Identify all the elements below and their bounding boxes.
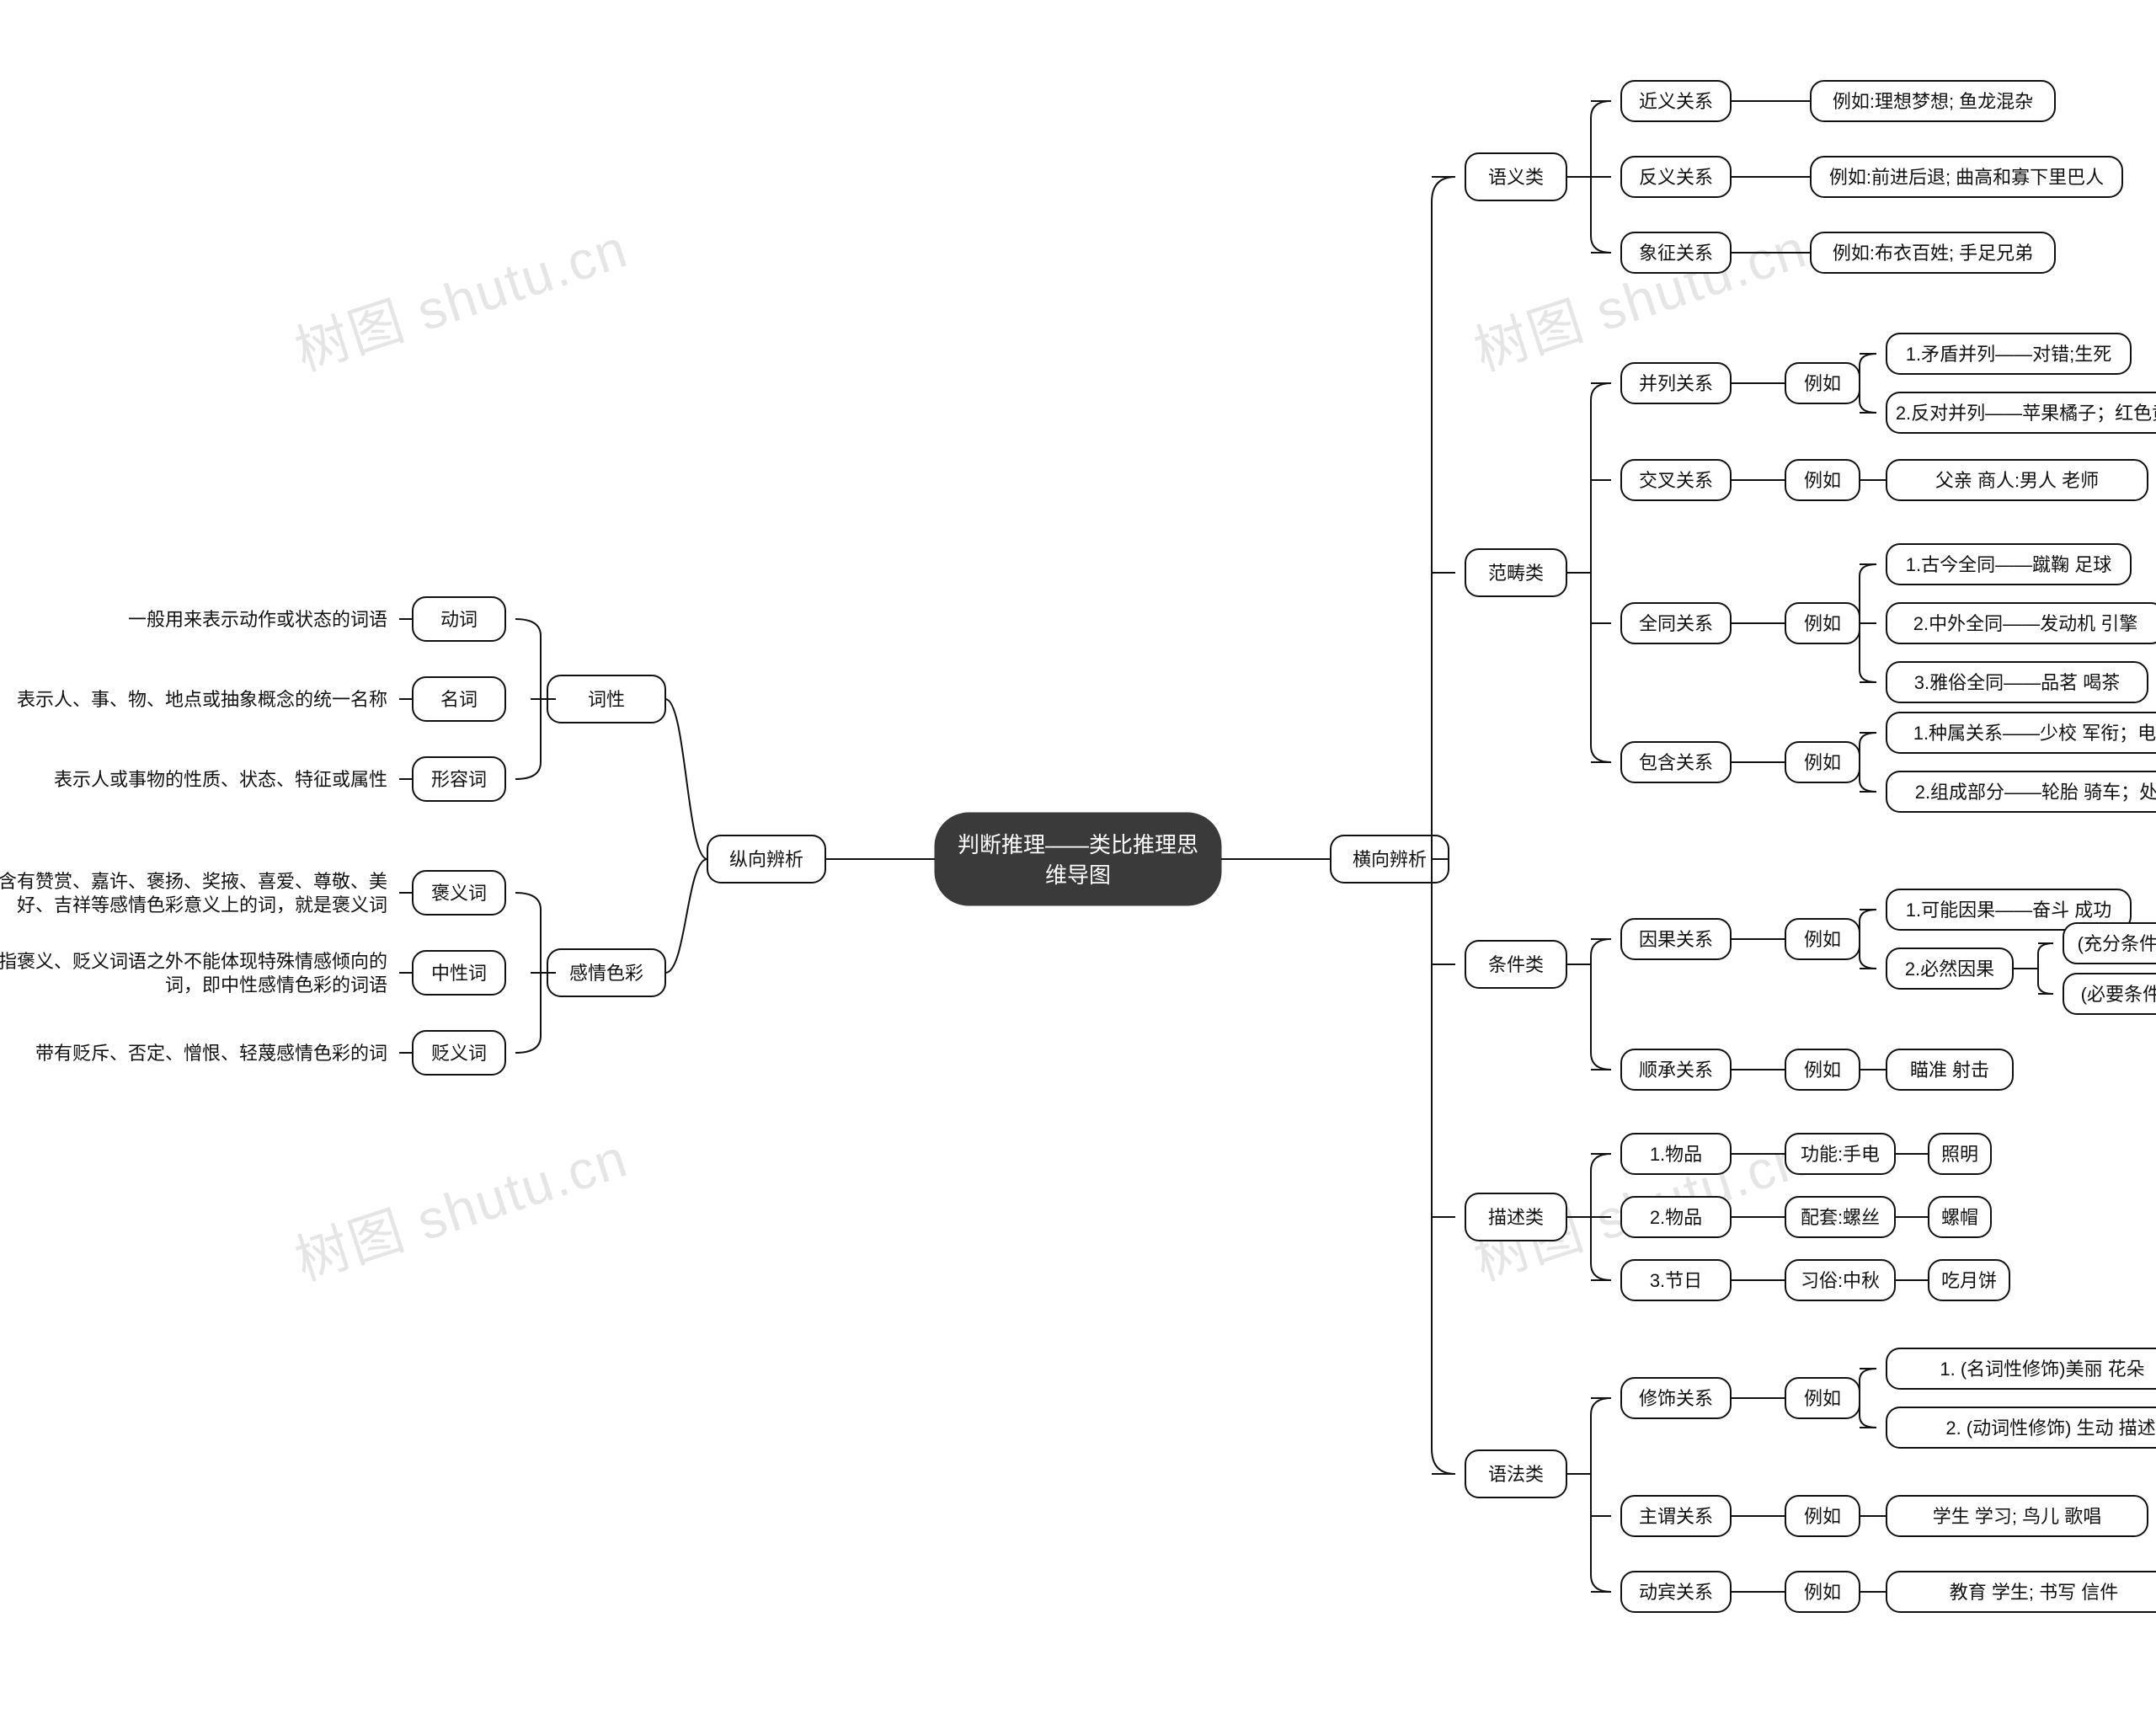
watermark: 树图 shutu.cn <box>288 217 635 382</box>
left-cx-0-label-0: 动词 <box>440 609 478 630</box>
item-br <box>1860 1369 1876 1428</box>
cond-it-1-0-label: 瞄准 射击 <box>1910 1060 1989 1081</box>
right-l2-label-2: 条件类 <box>1488 954 1544 975</box>
sem-2-label: 象征关系 <box>1639 243 1713 264</box>
desc-tail-1-label: 螺帽 <box>1941 1207 1978 1228</box>
cond-eg-0-label: 例如 <box>1804 929 1841 950</box>
sub-br <box>2038 943 2053 994</box>
cat-it-2-0-label: 1.古今全同——蹴鞠 足球 <box>1906 554 2111 575</box>
desc-tail-2-label: 吃月饼 <box>1941 1270 1997 1291</box>
cat-it-0-1-label: 2.反对并列——苹果橘子；红色黄色 <box>1896 403 2156 424</box>
cat-eg-1-label: 例如 <box>1804 470 1841 491</box>
cat-eg-2-label: 例如 <box>1804 613 1841 634</box>
gram-it-2-0-label: 教育 学生; 书写 信件 <box>1950 1582 2118 1603</box>
sem-ex-0-label: 例如:理想梦想; 鱼龙混杂 <box>1833 91 2033 112</box>
cat-1-label: 交叉关系 <box>1639 470 1713 491</box>
desc-0-label: 1.物品 <box>1650 1144 1702 1165</box>
cond-0-label: 因果关系 <box>1639 929 1713 950</box>
cond-sub-0-1-1-label: (必要条件)水农业 <box>2081 984 2156 1005</box>
gram-2-label: 动宾关系 <box>1639 1582 1713 1603</box>
cat-it-3-1-label: 2.组成部分——轮胎 骑车；处理器 电脑 <box>1915 782 2156 803</box>
left-cx-1-label-2: 贬义词 <box>431 1043 487 1064</box>
right-l2-label-4: 语法类 <box>1488 1464 1544 1485</box>
cat-br <box>1591 383 1611 762</box>
watermark: 树图 shutu.cn <box>288 1127 635 1291</box>
item-br <box>1860 910 1876 969</box>
desc-mid-0-label: 功能:手电 <box>1801 1144 1880 1165</box>
cond-br <box>1591 939 1611 1070</box>
right-l2-label-3: 描述类 <box>1488 1207 1544 1228</box>
sem-ex-1-label: 例如:前进后退; 曲高和寡下里巴人 <box>1829 167 2104 188</box>
item-br <box>1860 354 1876 413</box>
sem-1-label: 反义关系 <box>1639 167 1713 188</box>
left-cx-0-label-1: 名词 <box>440 689 478 710</box>
root-text-2: 维导图 <box>1045 862 1111 888</box>
right-l2-label-1: 范畴类 <box>1488 563 1544 584</box>
cond-sub-0-1-0-label: (充分条件)天下雨，地上湿 <box>2078 933 2156 954</box>
cond-1-label: 顺承关系 <box>1639 1060 1713 1081</box>
cat-eg-3-label: 例如 <box>1804 752 1841 773</box>
desc-2-label: 3.节日 <box>1650 1270 1702 1291</box>
left-l2-label-1: 感情色彩 <box>569 963 643 984</box>
left-cx-0-desc-2: 表示人或事物的性质、状态、特征或属性 <box>54 769 387 790</box>
left-cx-1-label-0: 褒义词 <box>431 883 487 904</box>
left-l2-label-0: 词性 <box>588 689 625 710</box>
cat-it-2-2-label: 3.雅俗全同——品茗 喝茶 <box>1914 672 2120 693</box>
left-cx-1-desc-2: 带有贬斥、否定、憎恨、轻蔑感情色彩的词 <box>35 1043 387 1064</box>
left-cx-1-desc-1: 专指褒义、贬义词语之外不能体现特殊情感倾向的词，即中性感情色彩的词语 <box>0 951 387 996</box>
cat-2-label: 全同关系 <box>1639 613 1713 634</box>
left-l1-label: 纵向辨析 <box>729 849 803 870</box>
gram-eg-0-label: 例如 <box>1804 1388 1841 1409</box>
gram-it-1-0-label: 学生 学习; 鸟儿 歌唱 <box>1933 1506 2101 1527</box>
desc-mid-2-label: 习俗:中秋 <box>1801 1270 1880 1291</box>
left-cx-0-label-2: 形容词 <box>431 769 487 790</box>
cat-it-0-0-label: 1.矛盾并列——对错;生死 <box>1906 344 2111 365</box>
root-text-1: 判断推理——类比推理思 <box>958 832 1198 857</box>
left-cx-0-desc-0: 一般用来表示动作或状态的词语 <box>128 609 387 630</box>
sem-ex-2-label: 例如:布衣百姓; 手足兄弟 <box>1833 243 2033 264</box>
desc-tail-0-label: 照明 <box>1941 1144 1978 1165</box>
desc-mid-1-label: 配套:螺丝 <box>1801 1207 1880 1228</box>
gram-eg-2-label: 例如 <box>1804 1582 1841 1603</box>
cat-3-label: 包含关系 <box>1639 752 1713 773</box>
desc-1-label: 2.物品 <box>1650 1207 1702 1228</box>
cat-it-1-0-label: 父亲 商人:男人 老师 <box>1935 470 2099 491</box>
connector <box>665 859 707 973</box>
gram-it-0-0-label: 1. (名词性修饰)美丽 花朵 <box>1940 1359 2144 1380</box>
left-cx-1-label-1: 中性词 <box>431 963 487 984</box>
cond-it-0-0-label: 1.可能因果——奋斗 成功 <box>1906 900 2111 921</box>
right-main-bracket <box>1432 177 1455 1474</box>
gram-br <box>1591 1398 1611 1592</box>
connector <box>665 699 707 859</box>
right-l2-label-0: 语义类 <box>1488 167 1544 188</box>
right-l1-label: 横向辨析 <box>1353 849 1427 870</box>
item-br <box>1860 733 1876 792</box>
cat-eg-0-label: 例如 <box>1804 373 1841 394</box>
cat-it-3-0-label: 1.种属关系——少校 军衔；电视机 家用电器 <box>1913 723 2156 744</box>
cond-it-0-1-label: 2.必然因果 <box>1905 958 1994 980</box>
gram-1-label: 主谓关系 <box>1639 1506 1713 1527</box>
left-cx-0-desc-1: 表示人、事、物、地点或抽象概念的统一名称 <box>17 689 387 710</box>
gram-0-label: 修饰关系 <box>1639 1388 1713 1409</box>
cat-0-label: 并列关系 <box>1639 373 1713 394</box>
gram-it-0-1-label: 2. (动词性修饰) 生动 描述 <box>1945 1417 2155 1439</box>
cond-eg-1-label: 例如 <box>1804 1060 1841 1081</box>
root-node[interactable] <box>935 813 1221 905</box>
left-cx-1-desc-0: 凡含有赞赏、嘉许、褒扬、奖掖、喜爱、尊敬、美好、吉祥等感情色彩意义上的词，就是褒… <box>0 871 387 916</box>
cat-it-2-1-label: 2.中外全同——发动机 引擎 <box>1913 613 2137 634</box>
sem-0-label: 近义关系 <box>1639 91 1713 112</box>
gram-eg-1-label: 例如 <box>1804 1506 1841 1527</box>
